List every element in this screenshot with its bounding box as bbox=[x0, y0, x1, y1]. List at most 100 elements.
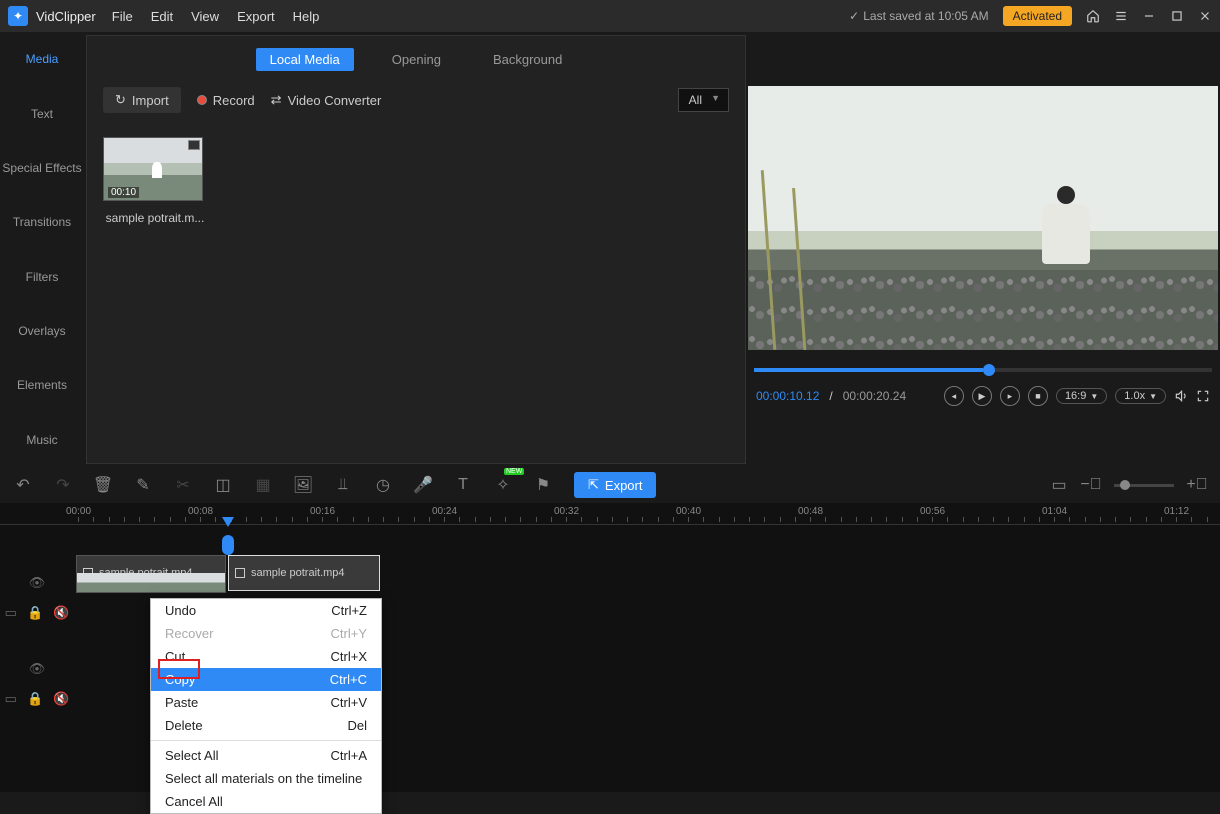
preview-video[interactable] bbox=[748, 86, 1218, 350]
timeline-clip-thumb[interactable] bbox=[76, 573, 226, 593]
mosaic-icon[interactable]: ▦ bbox=[254, 476, 272, 494]
activated-badge[interactable]: Activated bbox=[1003, 6, 1072, 26]
context-menu-item[interactable]: UndoCtrl+Z bbox=[151, 599, 381, 622]
mute-icon[interactable]: 🔇 bbox=[53, 605, 69, 621]
sidebar-item-special-effects[interactable]: Special Effects bbox=[0, 141, 84, 195]
video-track-icon[interactable]: ▭ bbox=[5, 605, 17, 621]
menu-file[interactable]: File bbox=[112, 9, 133, 24]
context-menu-item[interactable]: CopyCtrl+C bbox=[151, 668, 381, 691]
video-track-icon[interactable]: ▭ bbox=[5, 691, 17, 707]
timeline-clip[interactable]: sample potrait.mp4 bbox=[228, 555, 380, 591]
aspect-ratio-dropdown[interactable]: 16:9▼ bbox=[1056, 388, 1107, 404]
tab-local-media[interactable]: Local Media bbox=[256, 48, 354, 71]
maximize-icon[interactable] bbox=[1170, 9, 1184, 23]
sidebar-item-text[interactable]: Text bbox=[0, 86, 84, 140]
record-label: Record bbox=[213, 93, 255, 108]
import-button[interactable]: ↻ Import bbox=[103, 87, 181, 113]
record-button[interactable]: Record bbox=[197, 93, 255, 108]
ruler-label: 00:24 bbox=[432, 506, 457, 517]
context-menu-item[interactable]: Select AllCtrl+A bbox=[151, 744, 381, 767]
prev-frame-button[interactable]: ◂ bbox=[944, 386, 964, 406]
cut-icon[interactable]: ✂ bbox=[174, 476, 192, 494]
video-converter-button[interactable]: ⇄ Video Converter bbox=[271, 92, 382, 108]
play-button[interactable]: ▶ bbox=[972, 386, 992, 406]
sidebar-item-elements[interactable]: Elements bbox=[0, 358, 84, 412]
hamburger-icon[interactable] bbox=[1114, 9, 1128, 23]
preview-panel: 00:00:10.12 / 00:00:20.24 ◂ ▶ ▸ ■ 16:9▼ … bbox=[746, 32, 1220, 467]
ruler-label: 00:56 bbox=[920, 506, 945, 517]
redo-icon[interactable]: ↷ bbox=[54, 476, 72, 494]
speed-dropdown[interactable]: 1.0x▼ bbox=[1115, 388, 1166, 404]
converter-icon: ⇄ bbox=[271, 92, 282, 108]
play-overlay-icon bbox=[188, 140, 200, 150]
eye-icon[interactable]: 👁 bbox=[29, 661, 46, 677]
context-menu-item[interactable]: PasteCtrl+V bbox=[151, 691, 381, 714]
media-item[interactable]: 00:10 sample potrait.m... bbox=[103, 137, 207, 225]
context-menu-item[interactable]: DeleteDel bbox=[151, 714, 381, 737]
minimize-icon[interactable] bbox=[1142, 9, 1156, 23]
zoom-in-icon[interactable]: +⃝ bbox=[1188, 476, 1206, 494]
timecode-duration: 00:00:20.24 bbox=[843, 389, 906, 403]
volume-icon[interactable] bbox=[1174, 389, 1188, 403]
eye-icon[interactable]: 👁 bbox=[29, 575, 46, 591]
media-panel: Local Media Opening Background ↻ Import … bbox=[86, 35, 746, 464]
fullscreen-icon[interactable] bbox=[1196, 389, 1210, 403]
menu-edit[interactable]: Edit bbox=[151, 9, 173, 24]
preview-scrubber[interactable] bbox=[754, 368, 1212, 372]
chart-icon[interactable]: ⫫ bbox=[334, 476, 352, 494]
flag-icon[interactable]: ⚑ bbox=[534, 476, 552, 494]
mute-icon[interactable]: 🔇 bbox=[53, 691, 69, 707]
lock-icon[interactable]: 🔒 bbox=[27, 605, 43, 621]
text-tool-icon[interactable]: T bbox=[454, 476, 472, 494]
sidebar: Media Text Special Effects Transitions F… bbox=[0, 32, 84, 467]
picture-icon[interactable]: 🖼 bbox=[294, 476, 312, 494]
next-frame-button[interactable]: ▸ bbox=[1000, 386, 1020, 406]
media-filter-dropdown[interactable]: All bbox=[678, 88, 729, 112]
playhead[interactable] bbox=[222, 503, 234, 559]
media-thumbnail[interactable]: 00:10 bbox=[103, 137, 203, 201]
edit-icon[interactable]: ✎ bbox=[134, 476, 152, 494]
track-controls-video1b: ▭ 🔒 🔇 bbox=[0, 585, 74, 641]
context-menu-item[interactable]: Cancel All bbox=[151, 790, 381, 813]
fit-icon[interactable]: ▭ bbox=[1050, 476, 1068, 494]
titlebar: ✦ VidClipper File Edit View Export Help … bbox=[0, 0, 1220, 32]
sidebar-item-media[interactable]: Media bbox=[0, 32, 84, 86]
context-menu-item[interactable]: CutCtrl+X bbox=[151, 645, 381, 668]
crop-icon[interactable]: ◫ bbox=[214, 476, 232, 494]
sidebar-item-overlays[interactable]: Overlays bbox=[0, 304, 84, 358]
stop-button[interactable]: ■ bbox=[1028, 386, 1048, 406]
delete-icon[interactable]: 🗑 bbox=[94, 476, 112, 494]
media-duration: 00:10 bbox=[108, 187, 139, 198]
zoom-out-icon[interactable]: −⃝ bbox=[1082, 476, 1100, 494]
effects-icon[interactable]: ✧ bbox=[494, 476, 512, 494]
lock-icon[interactable]: 🔒 bbox=[27, 691, 43, 707]
last-saved-text: Last saved at 10:05 AM bbox=[863, 9, 988, 23]
export-button[interactable]: ⇱ Export bbox=[574, 472, 656, 498]
main-menu: File Edit View Export Help bbox=[112, 9, 320, 24]
close-icon[interactable] bbox=[1198, 9, 1212, 23]
video-converter-label: Video Converter bbox=[288, 93, 382, 108]
last-saved-label: ✓ Last saved at 10:05 AM bbox=[849, 9, 988, 23]
ruler-label: 00:40 bbox=[676, 506, 701, 517]
clip-type-icon bbox=[235, 568, 245, 578]
ruler-label: 01:04 bbox=[1042, 506, 1067, 517]
menu-view[interactable]: View bbox=[191, 9, 219, 24]
undo-icon[interactable]: ↶ bbox=[14, 476, 32, 494]
menu-help[interactable]: Help bbox=[293, 9, 320, 24]
sidebar-item-filters[interactable]: Filters bbox=[0, 250, 84, 304]
clock-icon[interactable]: ◷ bbox=[374, 476, 392, 494]
timeline-ruler[interactable]: 00:0000:0800:1600:2400:3200:4000:4800:56… bbox=[0, 503, 1220, 525]
record-icon bbox=[197, 95, 207, 105]
ruler-label: 01:12 bbox=[1164, 506, 1189, 517]
context-menu-item[interactable]: Select all materials on the timeline bbox=[151, 767, 381, 790]
home-icon[interactable] bbox=[1086, 9, 1100, 23]
mic-icon[interactable]: 🎤 bbox=[414, 476, 432, 494]
sidebar-item-transitions[interactable]: Transitions bbox=[0, 195, 84, 249]
chevron-down-icon: ▼ bbox=[1149, 392, 1157, 401]
menu-export[interactable]: Export bbox=[237, 9, 275, 24]
sidebar-item-music[interactable]: Music bbox=[0, 413, 84, 467]
zoom-slider[interactable] bbox=[1114, 484, 1174, 487]
clip-name: sample potrait.mp4 bbox=[251, 567, 345, 579]
tab-opening[interactable]: Opening bbox=[378, 48, 455, 71]
tab-background[interactable]: Background bbox=[479, 48, 576, 71]
